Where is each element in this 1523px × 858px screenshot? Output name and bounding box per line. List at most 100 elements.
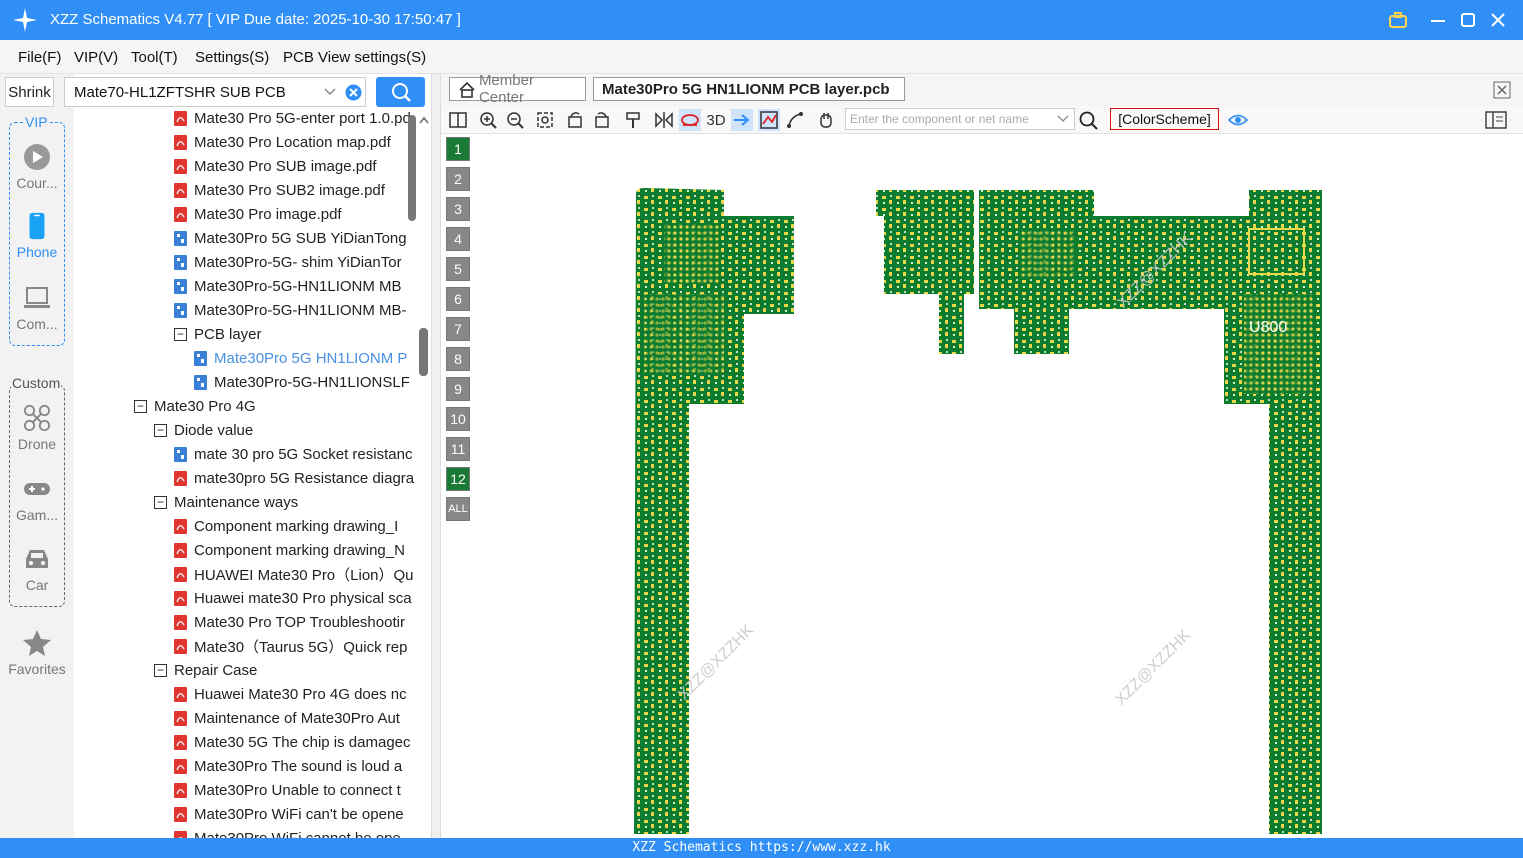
collapse-icon[interactable]: −	[154, 495, 167, 509]
tab-member-center[interactable]: Member Center	[449, 72, 586, 106]
rail-favorites[interactable]: Favorites	[0, 629, 74, 677]
tree-item[interactable]: Huawei Mate30 Pro 4G does nc	[174, 682, 407, 706]
tree-folder[interactable]: − Maintenance ways	[154, 490, 298, 514]
tree-item[interactable]: Mate30 Pro TOP Troubleshootir	[174, 610, 405, 634]
collapse-icon[interactable]: −	[134, 399, 147, 413]
eye-icon[interactable]	[1228, 111, 1248, 129]
tree-item[interactable]: Mate30Pro WiFi cannot be ope	[174, 826, 401, 838]
tree-item[interactable]: Mate30Pro The sound is loud a	[174, 754, 402, 778]
layer-button-8[interactable]: 8	[446, 347, 470, 371]
rail-drone[interactable]: Drone	[0, 404, 74, 452]
menu-tool[interactable]: Tool(T)	[131, 49, 178, 66]
minimize-button[interactable]	[1426, 8, 1450, 32]
tab-active-pcb[interactable]: Mate30Pro 5G HN1LIONM PCB layer.pcb	[593, 77, 905, 101]
layer-button-12[interactable]: 12	[446, 467, 470, 491]
zoom-in-icon[interactable]	[477, 109, 499, 131]
layer-button-6[interactable]: 6	[446, 287, 470, 311]
tree-item[interactable]: Component marking drawing_I	[174, 514, 398, 538]
net-search-input[interactable]: Enter the component or net name	[845, 108, 1075, 130]
trace-tool-icon[interactable]	[784, 109, 806, 131]
tree-item[interactable]: Mate30Pro 5G HN1LIONM P	[194, 346, 407, 370]
color-scheme-button[interactable]: [ColorScheme]	[1110, 108, 1219, 130]
layer-button-9[interactable]: 9	[446, 377, 470, 401]
tree-item[interactable]: Mate30Pro WiFi can't be opene	[174, 802, 404, 826]
layer-button-10[interactable]: 10	[446, 407, 470, 431]
rotate-right-icon[interactable]	[591, 109, 613, 131]
rail-courses[interactable]: Cour...	[0, 143, 74, 191]
collapse-icon[interactable]: −	[174, 327, 187, 341]
tree-item[interactable]: Mate30 5G The chip is damagec	[174, 730, 411, 754]
tree-scrollbar[interactable]	[408, 115, 416, 221]
close-button[interactable]	[1486, 8, 1510, 32]
menu-pcb-view-settings[interactable]: PCB View settings(S)	[283, 49, 426, 66]
tree-item[interactable]: Mate30Pro 5G SUB YiDianTong	[174, 226, 407, 250]
flip-board-icon[interactable]	[679, 109, 701, 131]
tree-item[interactable]: Maintenance of Mate30Pro Aut	[174, 706, 400, 730]
pcb-board[interactable]: U800	[474, 134, 1523, 838]
tree-item[interactable]: Huawei mate30 Pro physical sca	[174, 586, 412, 610]
tree-item[interactable]: Mate30 Pro SUB2 image.pdf	[174, 178, 385, 202]
layer-button-3[interactable]: 3	[446, 197, 470, 221]
chevron-down-icon[interactable]	[323, 86, 337, 98]
tree-folder[interactable]: − Mate30 Pro 4G	[134, 394, 256, 418]
tree-item[interactable]: Mate30Pro-5G- shim YiDianTor	[174, 250, 402, 274]
panel-splitter[interactable]	[431, 74, 441, 838]
clear-icon[interactable]	[345, 84, 362, 101]
search-button[interactable]	[376, 77, 425, 107]
layer-button-7[interactable]: 7	[446, 317, 470, 341]
net-highlight-icon[interactable]	[758, 109, 780, 131]
tree-item[interactable]: Mate30 Pro SUB image.pdf	[174, 154, 377, 178]
chevron-down-icon[interactable]	[1057, 114, 1069, 124]
model-search-combo[interactable]: Mate70-HL1ZFTSHR SUB PCB	[64, 77, 366, 107]
view-3d-button[interactable]: 3D	[705, 109, 727, 131]
rail-phone[interactable]: Phone	[0, 212, 74, 260]
pcb-canvas[interactable]: U800 XZZ@XZZHK XZZ@XZZHK XZZ@XZZHK	[474, 134, 1523, 838]
mirror-icon[interactable]	[653, 109, 675, 131]
rail-computer[interactable]: Com...	[0, 284, 74, 332]
layer-button-2[interactable]: 2	[446, 167, 470, 191]
tree-folder[interactable]: − PCB layer	[174, 322, 262, 346]
tree-item[interactable]: Mate30 Pro Location map.pdf	[174, 130, 391, 154]
layer-button-4[interactable]: 4	[446, 227, 470, 251]
tree-folder[interactable]: − Repair Case	[154, 658, 257, 682]
panel-toggle-icon[interactable]	[1485, 110, 1507, 130]
menu-vip[interactable]: VIP(V)	[74, 49, 118, 66]
collapse-icon[interactable]: −	[154, 663, 167, 677]
paint-brush-icon[interactable]	[622, 109, 644, 131]
rotate-left-icon[interactable]	[564, 109, 586, 131]
maximize-button[interactable]	[1456, 8, 1480, 32]
tree-hscroll-thumb[interactable]	[419, 328, 428, 376]
tree-item[interactable]: HUAWEI Mate30 Pro（Lion）Qu	[174, 562, 414, 586]
shrink-button[interactable]: Shrink	[5, 77, 54, 107]
layer-button-1[interactable]: 1	[446, 137, 470, 161]
tree-item[interactable]: Mate30Pro Unable to connect t	[174, 778, 401, 802]
tree-folder[interactable]: − Diode value	[154, 418, 253, 442]
tree-item[interactable]: Mate30Pro-5G-HN1LIONM MB-	[174, 298, 407, 322]
select-arrow-icon[interactable]	[731, 109, 753, 131]
tree-item[interactable]: Mate30 Pro image.pdf	[174, 202, 342, 226]
layer-button-5[interactable]: 5	[446, 257, 470, 281]
tree-item[interactable]: Mate30 Pro 5G-enter port 1.0.pd	[174, 110, 411, 130]
zoom-out-icon[interactable]	[504, 109, 526, 131]
tree-item[interactable]: mate30pro 5G Resistance diagra	[174, 466, 414, 490]
tree-item[interactable]: Component marking drawing_N	[174, 538, 405, 562]
net-search-icon[interactable]	[1079, 111, 1099, 131]
split-view-icon[interactable]	[447, 109, 469, 131]
scroll-up-icon[interactable]	[418, 115, 430, 125]
close-tab-icon[interactable]	[1493, 81, 1511, 99]
rail-car[interactable]: Car	[0, 545, 74, 593]
tree-item[interactable]: Mate30（Taurus 5G）Quick rep	[174, 634, 407, 658]
layer-button-all[interactable]: ALL	[446, 497, 470, 521]
rail-games[interactable]: Gam...	[0, 475, 74, 523]
menu-settings[interactable]: Settings(S)	[195, 49, 269, 66]
collapse-icon[interactable]: −	[154, 423, 167, 437]
layer-button-11[interactable]: 11	[446, 437, 470, 461]
tree-item[interactable]: Mate30Pro-5G-HN1LIONSLF	[194, 370, 410, 394]
tree-item[interactable]: mate 30 pro 5G Socket resistanc	[174, 442, 412, 466]
pan-hand-icon[interactable]	[815, 109, 837, 131]
vip-bag-icon[interactable]	[1386, 8, 1410, 32]
search-input[interactable]: Mate70-HL1ZFTSHR SUB PCB	[74, 84, 286, 101]
tree-item[interactable]: Mate30Pro-5G-HN1LIONM MB	[174, 274, 402, 298]
fit-view-icon[interactable]	[534, 109, 556, 131]
menu-file[interactable]: File(F)	[18, 49, 61, 66]
